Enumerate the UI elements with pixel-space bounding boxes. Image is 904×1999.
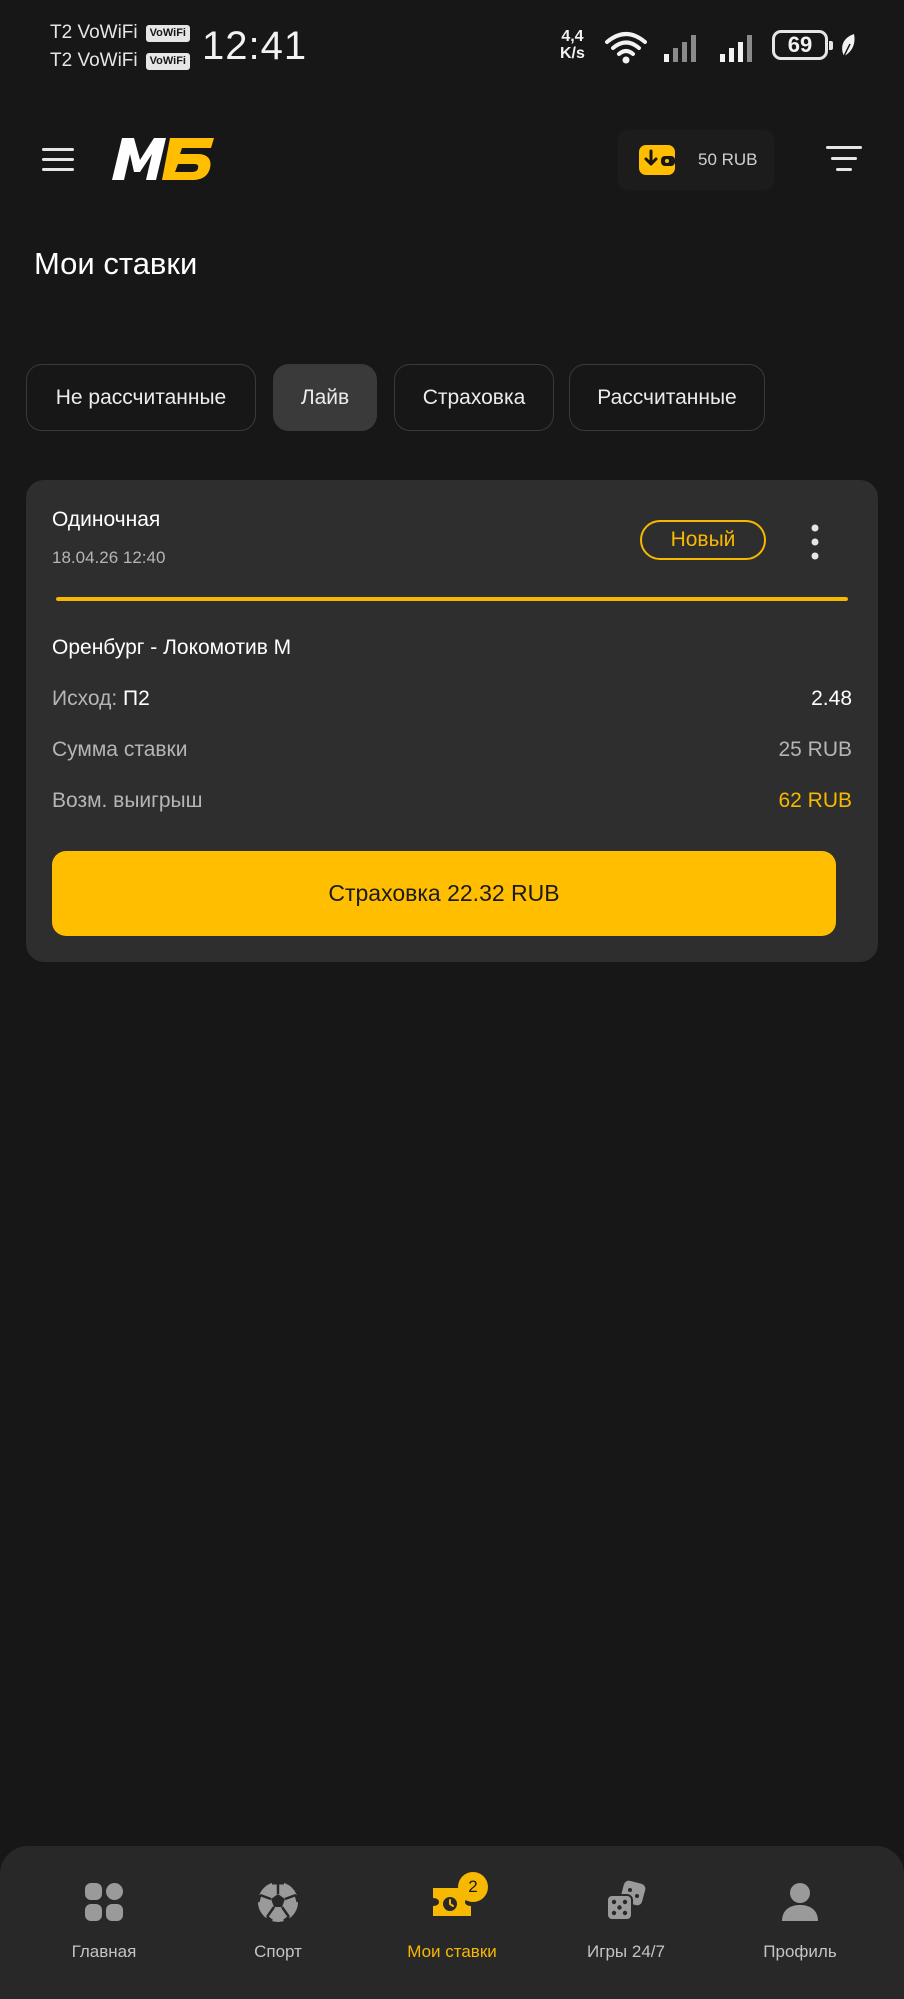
- nav-label-games: Игры 24/7: [587, 1942, 665, 1961]
- network-speed-unit: K/s: [560, 45, 585, 62]
- match-name: Оренбург - Локомотив М: [52, 636, 292, 659]
- nav-label-my-bets: Мои ставки: [407, 1942, 497, 1961]
- bet-card[interactable]: Одиночная 18.04.26 12:40 Новый Оренбург …: [26, 480, 878, 962]
- bet-date: 18.04.26 12:40: [52, 548, 166, 567]
- stake-value: 25 RUB: [778, 738, 852, 761]
- carrier-2: T2 VoWiFi VoWiFi: [50, 50, 190, 72]
- dice-icon: [606, 1880, 646, 1921]
- carrier-1-label: T2 VoWiFi: [50, 22, 138, 43]
- vowifi-badge-1: VoWiFi: [145, 24, 190, 42]
- wifi-icon: [605, 32, 647, 64]
- outcome-label-group: Исход: П2: [52, 687, 150, 711]
- insurance-button[interactable]: Страховка 22.32 RUB: [52, 851, 836, 936]
- status-bar: T2 VoWiFi VoWiFi T2 VoWiFi VoWiFi 12:41 …: [0, 0, 904, 96]
- bet-progress-bar: [56, 597, 848, 601]
- tab-not-settled-label: Не рассчитанные: [55, 385, 227, 409]
- mb-logo[interactable]: [108, 132, 218, 184]
- battery-indicator: 69: [772, 30, 833, 60]
- page-title: Мои ставки: [34, 246, 198, 281]
- tab-live[interactable]: Лайв: [273, 364, 377, 431]
- tab-settled-label: Рассчитанные: [597, 385, 737, 409]
- possible-win-row: Возм. выигрыш 62 RUB: [52, 789, 852, 819]
- signal-2-icon: [720, 35, 752, 62]
- profile-icon: [782, 1883, 818, 1921]
- vowifi-badge-2: VoWiFi: [145, 52, 190, 70]
- wallet-deposit-icon: [639, 145, 675, 175]
- nav-item-my-bets[interactable]: 2 Мои ставки: [372, 1846, 532, 1999]
- possible-win-label: Возм. выигрыш: [52, 789, 203, 812]
- nav-item-profile[interactable]: Профиль: [720, 1846, 880, 1999]
- bet-progress-fill: [56, 597, 848, 601]
- wallet-button[interactable]: 50 RUB: [618, 130, 774, 190]
- tab-live-label: Лайв: [300, 385, 350, 409]
- possible-win-value: 62 RUB: [778, 789, 852, 812]
- more-options-icon[interactable]: [800, 520, 830, 564]
- nav-item-home[interactable]: Главная: [24, 1846, 184, 1999]
- nav-item-sport[interactable]: Спорт: [198, 1846, 358, 1999]
- tab-settled[interactable]: Рассчитанные: [569, 364, 765, 431]
- stake-label: Сумма ставки: [52, 738, 188, 761]
- hamburger-menu-icon[interactable]: [40, 142, 76, 178]
- bottom-navigation: Главная Спорт 2 Мои ставки Игры 24/7 Про…: [0, 1846, 904, 1999]
- tab-not-settled[interactable]: Не рассчитанные: [26, 364, 256, 431]
- nav-label-sport: Спорт: [254, 1942, 302, 1961]
- odds-value: 2.48: [811, 687, 852, 710]
- carrier-1: T2 VoWiFi VoWiFi: [50, 22, 190, 44]
- signal-1-icon: [664, 35, 696, 62]
- outcome-row: Исход: П2 2.48: [52, 687, 852, 717]
- home-grid-icon: [85, 1883, 123, 1921]
- tab-insurance-label: Страховка: [422, 385, 526, 409]
- leaf-icon: [842, 34, 855, 57]
- my-bets-count-badge: 2: [458, 1872, 488, 1902]
- filter-menu-icon[interactable]: [826, 143, 862, 175]
- app-header: 50 RUB: [0, 120, 904, 200]
- outcome-label: Исход:: [52, 687, 118, 710]
- status-clock: 12:41: [202, 24, 308, 68]
- carrier-2-label: T2 VoWiFi: [50, 50, 138, 71]
- outcome-value: П2: [123, 687, 150, 710]
- wallet-balance: 50 RUB: [698, 150, 758, 169]
- nav-label-profile: Профиль: [763, 1942, 837, 1961]
- battery-level: 69: [787, 32, 813, 57]
- nav-item-games[interactable]: Игры 24/7: [546, 1846, 706, 1999]
- network-speed-value: 4,4: [561, 28, 584, 45]
- bet-type: Одиночная: [52, 508, 161, 531]
- stake-row: Сумма ставки 25 RUB: [52, 738, 852, 768]
- network-speed: 4,4 K/s: [560, 28, 585, 62]
- soccer-ball-icon: [256, 1881, 300, 1923]
- tab-insurance[interactable]: Страховка: [394, 364, 554, 431]
- status-badge: Новый: [640, 520, 766, 560]
- nav-label-home: Главная: [71, 1942, 137, 1961]
